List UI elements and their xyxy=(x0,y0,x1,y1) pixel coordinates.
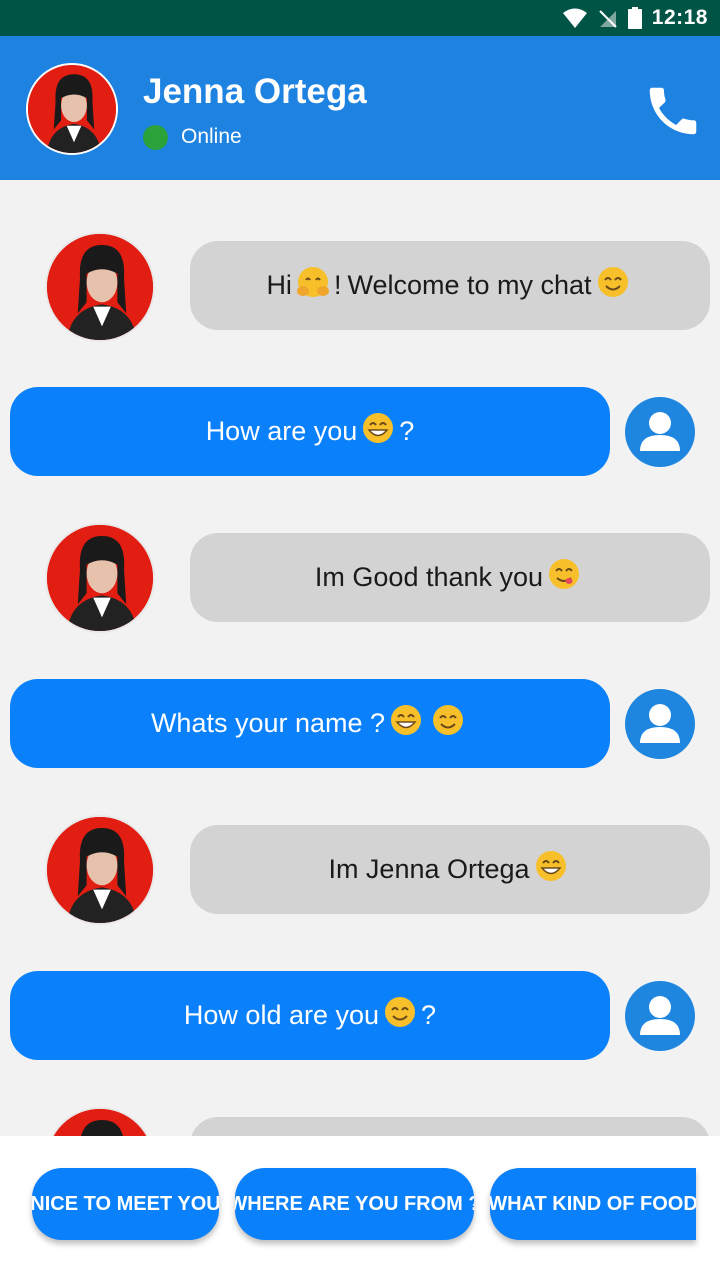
user-message-bubble: How are you ? xyxy=(10,387,610,476)
message-text: Im Jenna Ortega xyxy=(328,854,530,884)
user-avatar-icon xyxy=(625,397,695,467)
grinning-face-icon xyxy=(361,411,395,452)
bot-message-bubble: Im Jenna Ortega xyxy=(190,825,710,914)
no-signal-icon xyxy=(599,10,617,28)
yum-face-icon xyxy=(547,557,581,598)
contact-name: Jenna Ortega xyxy=(143,72,367,111)
status-time: 12:18 xyxy=(651,6,708,29)
wifi-icon xyxy=(562,8,587,28)
chat-header: Jenna Ortega Online xyxy=(0,36,720,180)
message-text: Whats your name ? xyxy=(150,708,386,738)
message-text: ? xyxy=(421,1000,437,1030)
bot-avatar xyxy=(45,232,155,342)
status-bar: 12:18 xyxy=(0,0,720,36)
bot-message-bubble: Hi ! Welcome to my chat xyxy=(190,241,710,330)
bot-avatar xyxy=(45,523,155,633)
hugging-face-icon xyxy=(296,265,330,306)
contact-avatar[interactable] xyxy=(26,63,118,155)
user-message-bubble: How old are you ? xyxy=(10,971,610,1060)
bot-avatar xyxy=(45,815,155,925)
quick-reply-button[interactable]: WHAT KIND OF FOOD xyxy=(490,1168,696,1240)
grinning-face-icon xyxy=(534,849,568,890)
message-text: How old are you xyxy=(183,1000,380,1030)
online-indicator xyxy=(143,125,168,150)
quick-replies[interactable]: NICE TO MEET YOU WHERE ARE YOU FROM ? WH… xyxy=(0,1136,720,1280)
chat-messages[interactable]: Hi ! Welcome to my chat How are you ? Im… xyxy=(0,180,720,1136)
message-text: ! xyxy=(333,270,342,300)
phone-call-icon[interactable] xyxy=(642,80,704,142)
bot-message-bubble: Im Good thank you xyxy=(190,533,710,622)
message-text: How are you xyxy=(205,416,358,446)
battery-icon xyxy=(627,7,642,29)
smiling-face-icon xyxy=(431,703,465,744)
message-text: Im Good thank you xyxy=(314,562,544,592)
quick-reply-button[interactable]: NICE TO MEET YOU xyxy=(32,1168,219,1240)
bot-message-bubble-partial xyxy=(190,1117,710,1136)
message-text: ? xyxy=(399,416,415,446)
message-text: Welcome to my chat xyxy=(347,270,592,300)
smiling-face-icon xyxy=(383,995,417,1036)
smiling-face-icon xyxy=(596,265,630,306)
status-icons: 12:18 xyxy=(562,0,708,36)
quick-reply-button[interactable]: WHERE ARE YOU FROM ? xyxy=(235,1168,474,1240)
bot-avatar xyxy=(45,1107,155,1136)
message-text: Hi xyxy=(266,270,292,300)
user-avatar-icon xyxy=(625,689,695,759)
grinning-face-icon xyxy=(389,703,423,744)
user-avatar-icon xyxy=(625,981,695,1051)
user-message-bubble: Whats your name ? xyxy=(10,679,610,768)
online-status: Online xyxy=(181,125,242,148)
